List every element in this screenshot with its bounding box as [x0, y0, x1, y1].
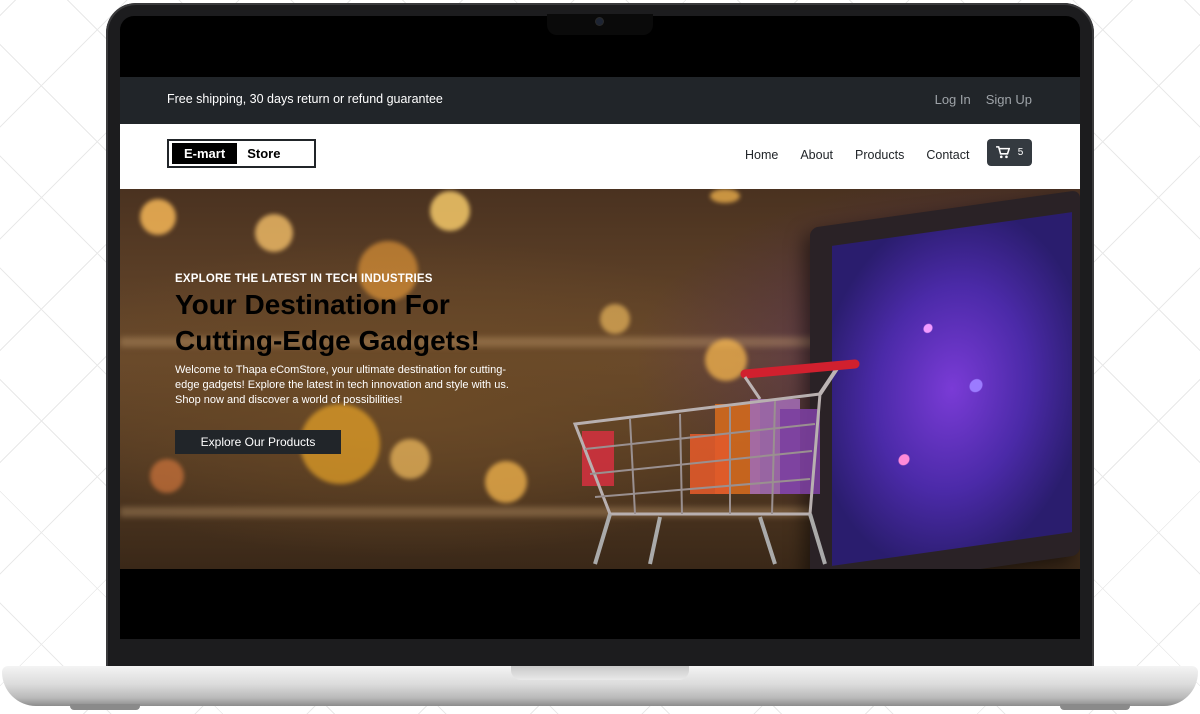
nav-about[interactable]: About [800, 148, 833, 162]
shopping-cart-image [572, 359, 860, 565]
nav-contact[interactable]: Contact [926, 148, 969, 162]
bokeh-light [710, 189, 740, 203]
logo-secondary: Store [247, 146, 281, 161]
explore-products-button[interactable]: Explore Our Products [175, 430, 341, 454]
bokeh-light [255, 214, 293, 252]
hero-banner: EXPLORE THE LATEST IN TECH INDUSTRIES Yo… [120, 189, 1080, 569]
hero-content: EXPLORE THE LATEST IN TECH INDUSTRIES Yo… [175, 273, 520, 408]
camera-icon [596, 18, 603, 25]
announcement-bar: Free shipping, 30 days return or refund … [120, 77, 1080, 124]
laptop-base-groove [511, 666, 689, 680]
hero-eyebrow: EXPLORE THE LATEST IN TECH INDUSTRIES [175, 273, 433, 285]
nav-home[interactable]: Home [745, 148, 778, 162]
hero-description: Welcome to Thapa eComStore, your ultimat… [175, 364, 509, 406]
laptop-foot-left [70, 704, 140, 710]
laptop-foot-right [1060, 704, 1130, 710]
bokeh-light [600, 304, 630, 334]
signup-link[interactable]: Sign Up [986, 92, 1032, 107]
shopping-cart-icon [995, 146, 1010, 159]
nav-menu: Home About Products Contact [745, 148, 969, 162]
hero-headline: Your Destination For Cutting-Edge Gadget… [175, 289, 480, 356]
auth-links: Log In Sign Up [935, 92, 1032, 107]
website-screen: Free shipping, 30 days return or refund … [120, 77, 1080, 569]
cart-button[interactable]: 5 [987, 139, 1032, 166]
cart-count: 5 [1017, 147, 1024, 158]
promo-text: Free shipping, 30 days return or refund … [167, 92, 443, 106]
bokeh-light [390, 439, 430, 479]
logo-primary: E-mart [172, 143, 238, 164]
site-logo[interactable]: E-mart Store [167, 139, 316, 168]
bokeh-light [150, 459, 184, 493]
main-navbar: E-mart Store Home About Products Contact… [120, 124, 1080, 189]
login-link[interactable]: Log In [935, 92, 971, 107]
bokeh-light [430, 191, 470, 231]
nav-products[interactable]: Products [855, 148, 904, 162]
bokeh-light [485, 461, 527, 503]
bokeh-light [140, 199, 176, 235]
